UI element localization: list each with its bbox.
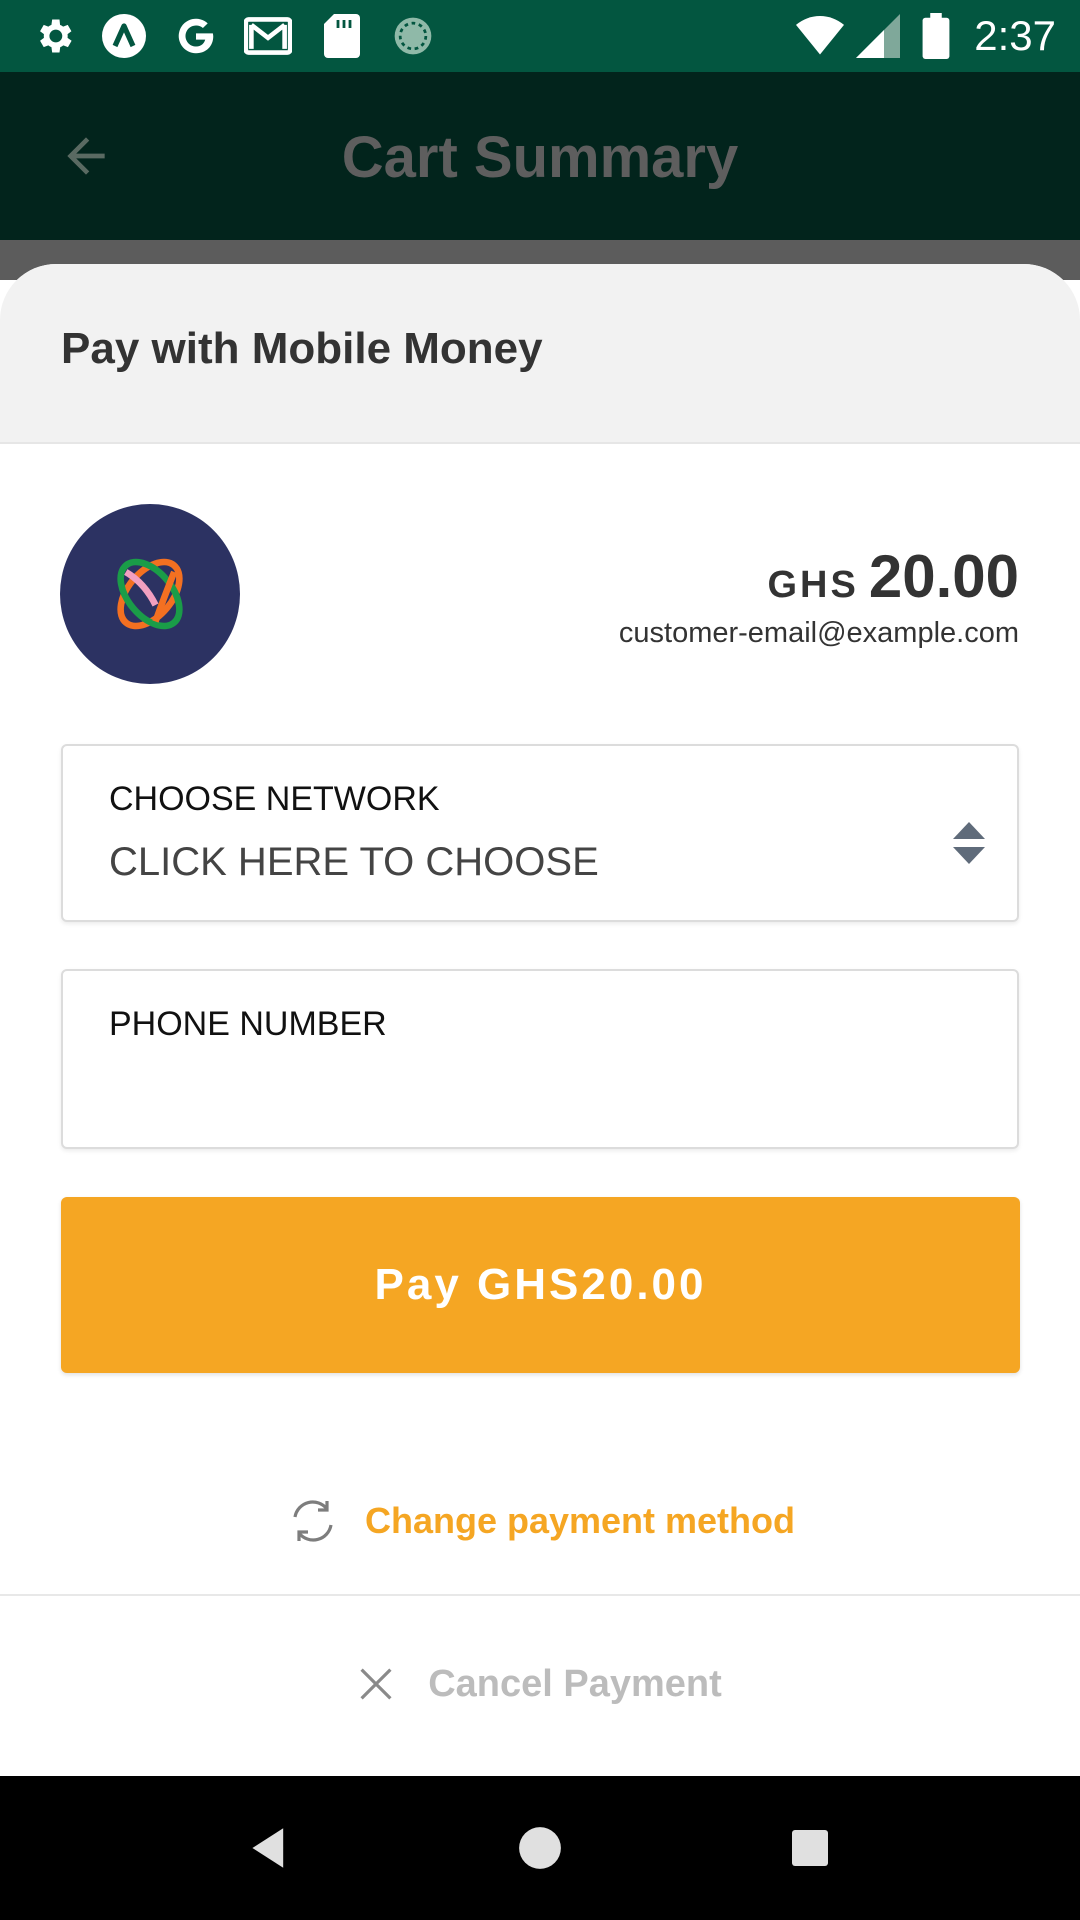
close-icon [360,1668,392,1700]
cancel-payment-button[interactable]: Cancel Payment [0,1649,1080,1719]
google-icon [172,12,220,60]
pay-button-label: Pay GHS20.00 [374,1260,707,1309]
sync-circle-icon [389,12,437,60]
gmail-icon [244,12,292,60]
select-arrows-icon [953,822,985,864]
sd-card-icon [318,12,366,60]
network-value: CLICK HERE TO CHOOSE [109,840,599,884]
battery-icon [912,12,960,60]
payment-sheet: Pay with Mobile Money GHS 20.00 customer… [0,264,1080,1776]
divider [0,1594,1080,1596]
status-time: 2:37 [974,12,1056,59]
back-triangle-icon[interactable] [238,1816,302,1880]
phone-field[interactable]: PHONE NUMBER [61,969,1019,1149]
amount-currency: GHS [767,564,859,606]
sheet-title: Pay with Mobile Money [61,324,543,373]
status-bar: 2:37 [0,0,1080,72]
network-select[interactable]: CHOOSE NETWORK CLICK HERE TO CHOOSE [61,744,1019,922]
phone-input[interactable] [109,1063,969,1119]
home-circle-icon[interactable] [508,1816,572,1880]
sheet-header: Pay with Mobile Money [0,264,1080,444]
cell-signal-icon [854,12,902,60]
change-payment-method-label: Change payment method [364,1500,796,1541]
page-title: Cart Summary [341,125,739,190]
amount-summary: GHS 20.00 customer-email@example.com [619,542,1019,650]
merchant-logo [60,504,240,684]
refresh-icon [293,1500,333,1542]
cancel-payment-label: Cancel Payment [428,1662,722,1705]
wifi-icon [796,12,844,60]
settings-icon [30,12,78,60]
pay-button[interactable]: Pay GHS20.00 [61,1197,1020,1373]
customer-email: customer-email@example.com [618,617,1019,649]
system-nav-bar [0,1776,1080,1920]
network-label: CHOOSE NETWORK [109,780,440,818]
change-payment-method-link[interactable]: Change payment method [0,1486,1080,1556]
recents-square-icon[interactable] [778,1816,842,1880]
a-circle-icon [100,12,148,60]
app-bar: Cart Summary [0,72,1080,240]
amount-value: 20.00 [868,543,1019,610]
phone-label: PHONE NUMBER [109,1005,387,1043]
